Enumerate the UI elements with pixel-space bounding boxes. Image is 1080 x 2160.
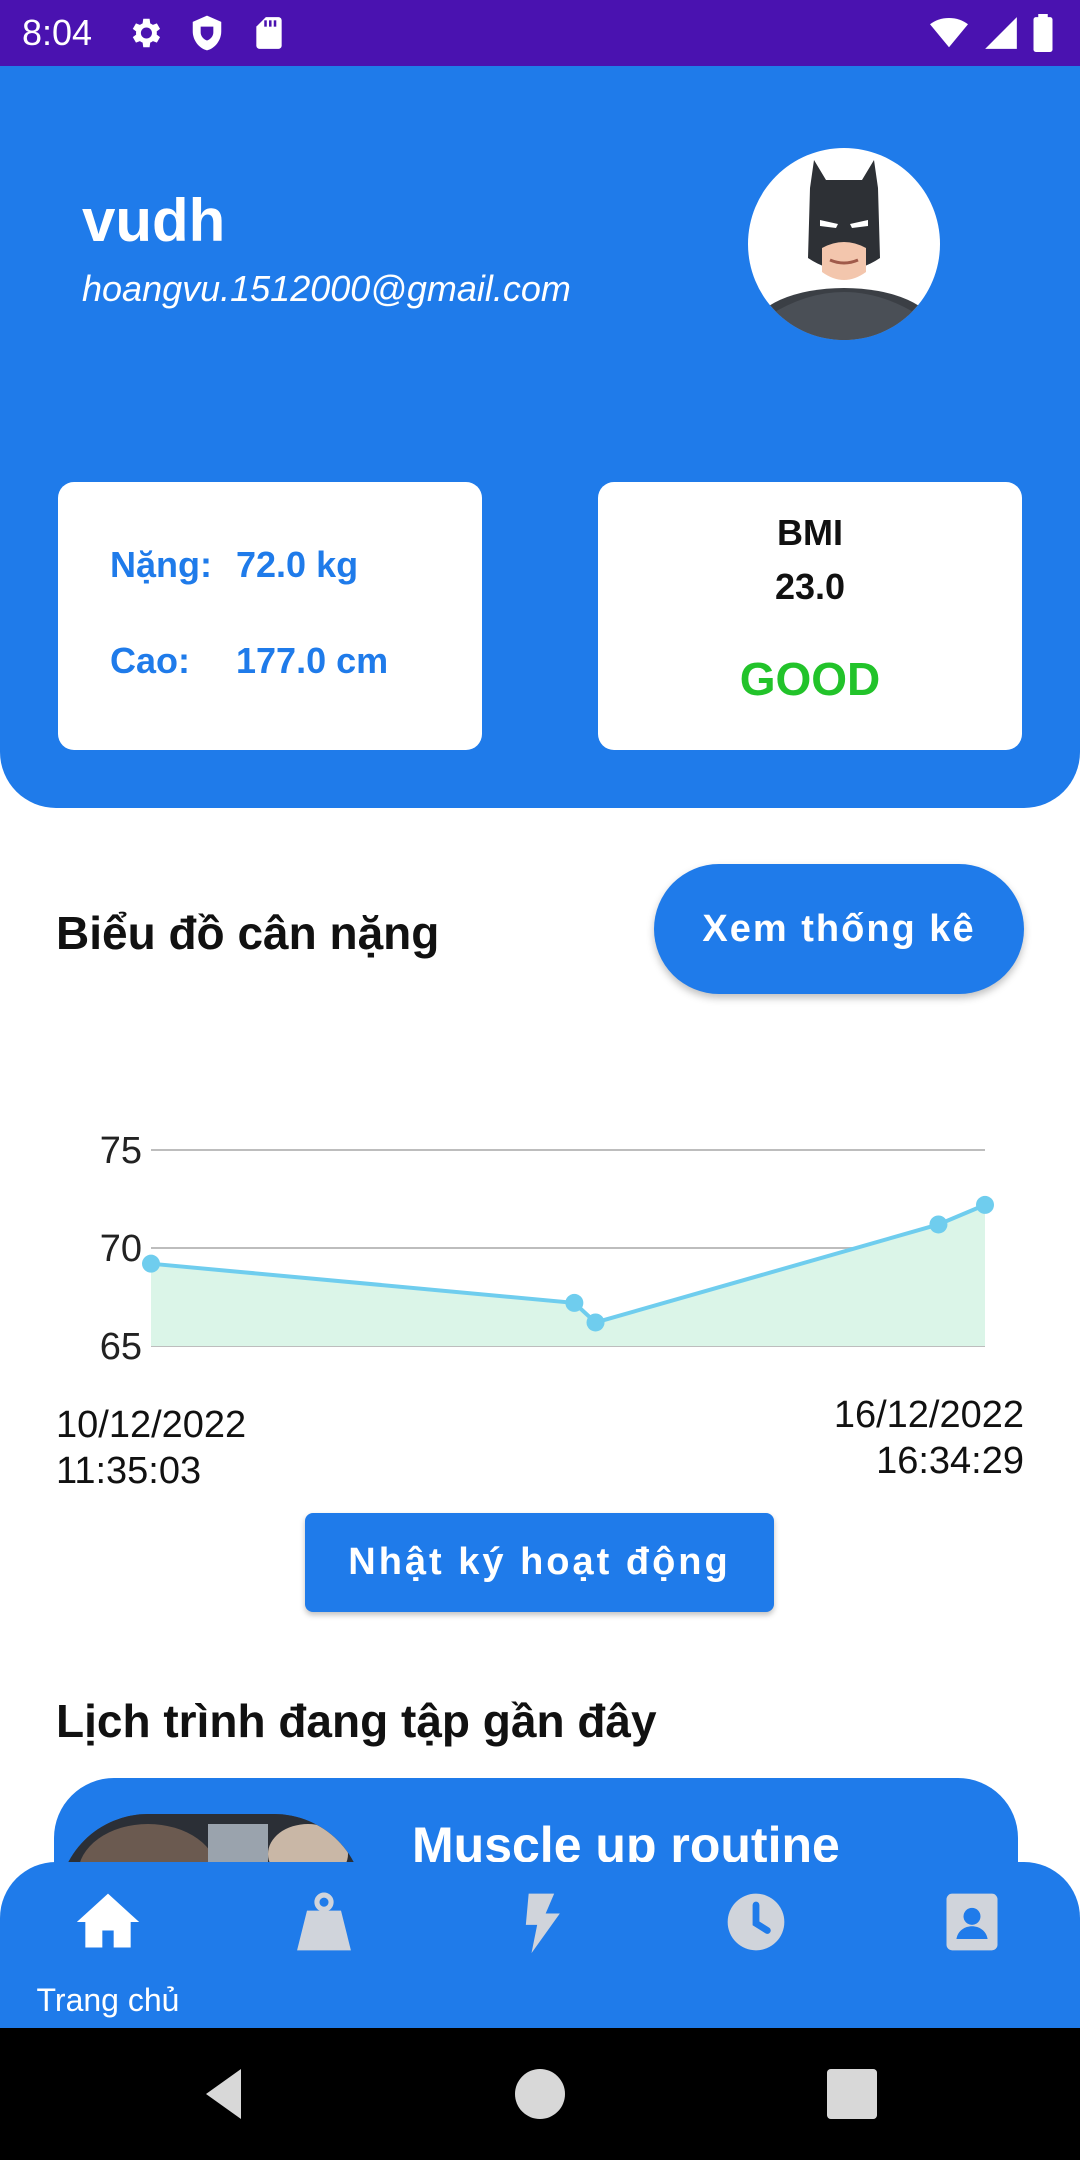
lightning-icon xyxy=(525,1893,560,1954)
weight-value: 72.0 kg xyxy=(236,544,359,585)
user-name: vudh xyxy=(82,187,226,254)
view-stats-button[interactable]: Xem thống kê xyxy=(654,864,1024,994)
nav-item-profile[interactable] xyxy=(864,1862,1080,2028)
body-stats-card: Nặng: 72.0 kg Cao: 177.0 cm xyxy=(58,482,482,750)
chart-x-first-time: 11:35:03 xyxy=(56,1450,202,1492)
weight-label: Nặng: xyxy=(110,544,212,585)
system-nav-bar xyxy=(0,2028,1080,2160)
chart-x-last-date: 16/12/2022 xyxy=(833,1394,1024,1436)
bmi-title: BMI xyxy=(777,512,843,553)
status-bar: 8:04 xyxy=(0,0,1080,66)
sd-card-icon xyxy=(256,17,282,49)
height-value: 177.0 cm xyxy=(236,640,389,681)
chart-x-label-first: 10/12/2022 11:35:03 xyxy=(56,1402,246,1494)
recent-routines-title: Lịch trình đang tập gần đây xyxy=(56,1695,657,1747)
chart-data-point xyxy=(976,1195,994,1214)
weight-chart-title: Biểu đồ cân nặng xyxy=(56,907,440,959)
bmi-card: BMI 23.0 GOOD xyxy=(598,482,1022,750)
profile-header: vudh hoangvu.1512000@gmail.com Nặng: 72.… xyxy=(0,66,1080,808)
avatar[interactable] xyxy=(748,148,940,340)
bmi-value: 23.0 xyxy=(774,566,846,607)
nav-item-home[interactable]: Trang chủ xyxy=(0,1862,216,2028)
chart-y-tick-label: 75 xyxy=(100,1130,142,1172)
app-screen: 8:04 vudh hoangvu.1512000@gmail.com Nặng… xyxy=(0,0,1080,2160)
nav-item-workout[interactable] xyxy=(432,1862,648,2028)
activity-log-button[interactable]: Nhật ký hoạt động xyxy=(305,1513,774,1612)
clock-icon xyxy=(727,1893,785,1951)
signal-icon xyxy=(985,17,1017,49)
nav-label-home: Trang chủ xyxy=(36,1982,180,2018)
settings-icon xyxy=(132,18,161,48)
home-circle-icon[interactable] xyxy=(510,2064,570,2124)
chart-x-first-date: 10/12/2022 xyxy=(56,1404,247,1446)
status-time: 8:04 xyxy=(22,12,93,53)
batman-avatar-icon xyxy=(754,160,934,340)
weight-icon xyxy=(297,1892,351,1951)
nav-item-weight[interactable] xyxy=(216,1862,432,2028)
chart-data-point xyxy=(142,1254,160,1273)
back-icon[interactable] xyxy=(196,2064,256,2124)
chart-y-tick-label: 65 xyxy=(100,1326,142,1360)
home-icon xyxy=(76,1893,140,1948)
recents-icon[interactable] xyxy=(822,2064,882,2124)
chart-data-point xyxy=(929,1215,948,1234)
weight-chart: 75 70 65 xyxy=(100,1130,994,1360)
shield-icon xyxy=(192,15,222,51)
chart-y-tick-label: 70 xyxy=(100,1228,142,1270)
chart-data-point xyxy=(586,1313,605,1332)
chart-x-last-time: 16:34:29 xyxy=(876,1440,1024,1482)
nav-item-history[interactable] xyxy=(648,1862,864,2028)
chart-x-label-last: 16/12/2022 16:34:29 xyxy=(834,1392,1024,1484)
wifi-icon xyxy=(930,17,968,48)
height-label: Cao: xyxy=(110,640,190,681)
battery-icon xyxy=(1033,14,1053,52)
contact-icon xyxy=(946,1893,998,1951)
bottom-nav: Trang chủ xyxy=(0,1862,1080,2028)
bmi-status: GOOD xyxy=(739,653,881,705)
chart-data-point xyxy=(565,1293,584,1312)
user-email: hoangvu.1512000@gmail.com xyxy=(82,268,571,309)
